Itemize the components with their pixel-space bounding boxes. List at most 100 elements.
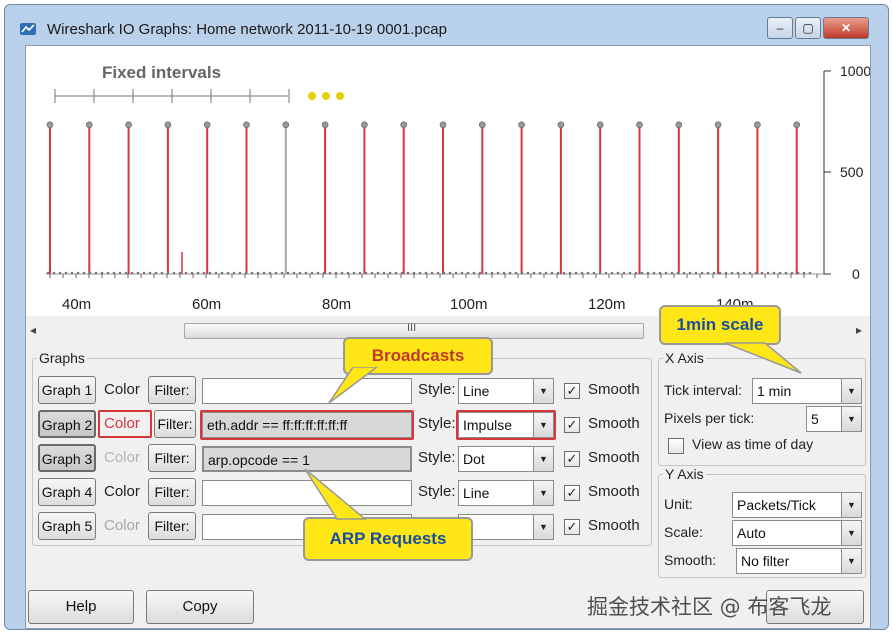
unit-select[interactable]: Packets/Tick ▼ [732,492,862,518]
scroll-right-icon[interactable]: ▸ [856,323,862,337]
minimize-button[interactable]: – [767,17,793,39]
baseline-point [784,271,788,275]
chevron-down-icon: ▼ [533,379,553,403]
baseline-point [286,271,290,275]
help-button[interactable]: Help [28,590,134,624]
graph-1-filter-button[interactable]: Filter: [148,376,196,404]
view-time-of-day-label: View as time of day [692,436,814,452]
graph-5-filter-button[interactable]: Filter: [148,512,196,540]
window-title: Wireshark IO Graphs: Home network 2011-1… [47,21,447,38]
baseline-point [790,271,794,275]
graph-5-smooth-checkbox[interactable]: ✓ [564,519,580,535]
baseline-point [718,271,722,275]
graph-2-color-label[interactable]: Color [104,415,140,432]
graph-1-smooth-checkbox[interactable]: ✓ [564,383,580,399]
x-tick-label: 80m [322,296,351,313]
y-axis-legend: Y Axis [665,466,704,482]
graph-2-style-select[interactable]: Impulse ▼ [458,412,554,438]
pixels-per-tick-select[interactable]: 5 ▼ [806,406,862,432]
impulse-point [400,121,408,129]
graph-2-filter-input[interactable]: eth.addr == ff:ff:ff:ff:ff:ff [202,412,412,438]
graph-5-color-label[interactable]: Color [104,517,140,534]
graph-4-smooth-checkbox[interactable]: ✓ [564,485,580,501]
baseline-point [628,271,632,275]
arp-callout-pointer [304,468,368,520]
unit-label: Unit: [664,496,693,512]
y-smooth-select[interactable]: No filter ▼ [736,548,862,574]
impulse-point [282,121,290,129]
scroll-left-icon[interactable]: ◂ [30,323,36,337]
baseline-point [58,271,62,275]
baseline-point [526,271,530,275]
baseline-point [244,271,248,275]
chevron-down-icon: ▼ [533,413,553,437]
baseline-point [478,271,482,275]
maximize-button[interactable]: ▢ [795,17,821,39]
baseline-point [658,271,662,275]
graph-3-style-select[interactable]: Dot ▼ [458,446,554,472]
graph-4-style-select[interactable]: Line ▼ [458,480,554,506]
ellipsis-dot [308,92,316,100]
impulse-point [46,121,54,129]
baseline-point [640,271,644,275]
baseline-point [754,271,758,275]
graph-4-button[interactable]: Graph 4 [38,478,96,506]
graph-3-smooth-checkbox[interactable]: ✓ [564,451,580,467]
baseline-point [676,271,680,275]
watermark: 掘金技术社区 @ 布客飞龙 [587,595,832,619]
impulse-point [714,121,722,129]
pixels-per-tick-value: 5 [811,411,819,427]
close-button[interactable]: ✕ [823,17,869,39]
graph-area: Fixed intervals 1000 500 0 40m 60m 80m 1… [26,46,871,316]
baseline-point [208,271,212,275]
baseline-point [160,271,164,275]
io-graph-chart: Fixed intervals 1000 500 0 40m 60m 80m 1… [46,63,871,313]
unit-value: Packets/Tick [737,497,816,513]
view-time-of-day-checkbox[interactable] [668,438,684,454]
baseline-point [292,271,296,275]
y-tick-label: 1000 [840,63,870,79]
graph-1-color-label[interactable]: Color [104,381,140,398]
baseline-point [682,271,686,275]
baseline-point [496,271,500,275]
copy-button[interactable]: Copy [146,590,254,624]
baseline-point [412,271,416,275]
graph-3-button[interactable]: Graph 3 [38,444,96,472]
chevron-down-icon: ▼ [841,379,861,403]
fixed-intervals-label: Fixed intervals [102,63,221,82]
graph-1-style-value: Line [463,383,490,399]
scale-select[interactable]: Auto ▼ [732,520,862,546]
graph-1-style-select[interactable]: Line ▼ [458,378,554,404]
baseline-point [76,271,80,275]
baseline-point [316,271,320,275]
baseline-point [646,271,650,275]
impulse-point [85,121,93,129]
graph-2-filter-button[interactable]: Filter: [154,410,196,438]
baseline-point [568,271,572,275]
baseline-point [106,271,110,275]
graph-2-button[interactable]: Graph 2 [38,410,96,438]
baseline-point [556,271,560,275]
graph-3-filter-button[interactable]: Filter: [148,444,196,472]
graph-1-button[interactable]: Graph 1 [38,376,96,404]
baseline-point [334,271,338,275]
graph-3-color-label[interactable]: Color [104,449,140,466]
baseline-point [220,271,224,275]
impulse-point [164,121,172,129]
baseline-point [202,271,206,275]
baseline-point [466,271,470,275]
scale-callout: 1min scale [659,305,781,345]
tick-interval-select[interactable]: 1 min ▼ [752,378,862,404]
graph-5-button[interactable]: Graph 5 [38,512,96,540]
baseline-point [256,271,260,275]
scale-callout-text: 1min scale [676,315,764,334]
graph-4-color-label[interactable]: Color [104,483,140,500]
baseline-point [130,271,134,275]
baseline-point [262,271,266,275]
graph-4-filter-button[interactable]: Filter: [148,478,196,506]
baseline-point [226,271,230,275]
graph-2-smooth-checkbox[interactable]: ✓ [564,417,580,433]
graph-2-smooth-label: Smooth [588,415,640,432]
impulse-point [439,121,447,129]
scale-callout-pointer [724,342,802,374]
